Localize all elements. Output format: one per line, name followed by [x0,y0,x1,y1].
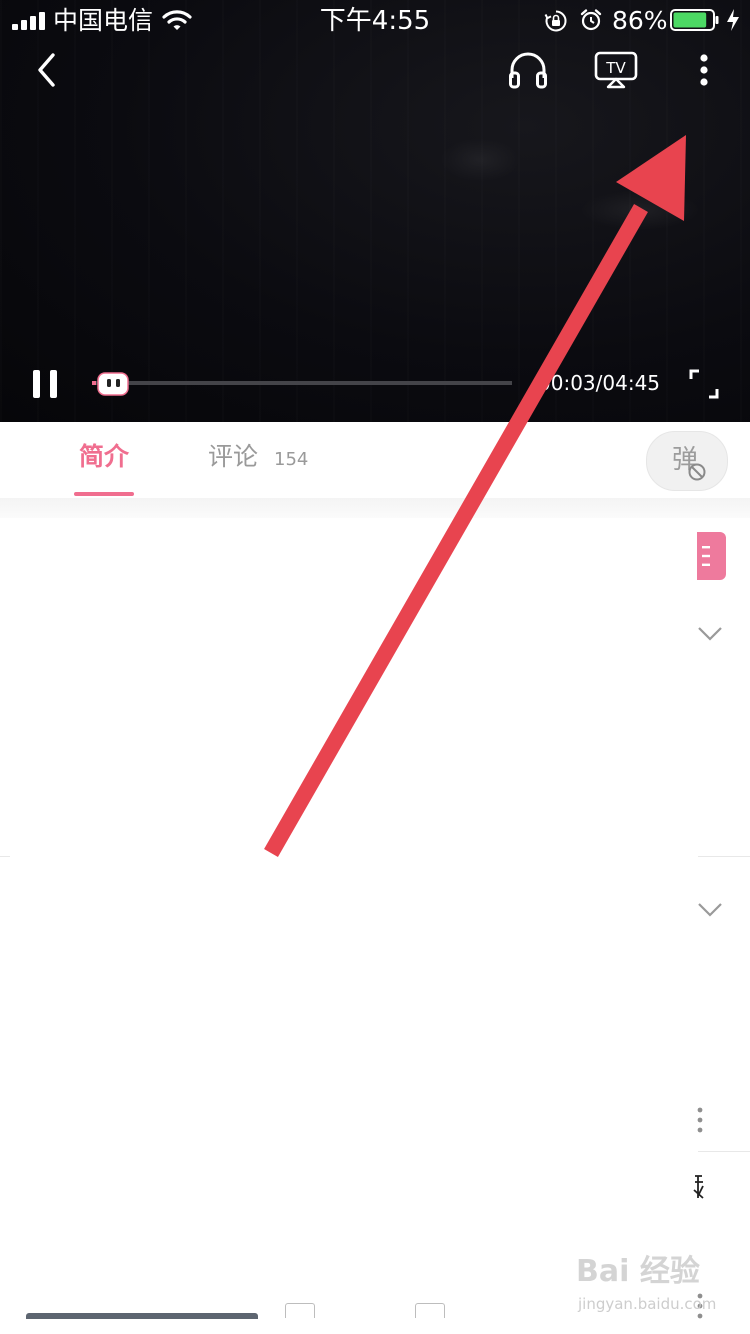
headphone-icon[interactable] [507,48,549,90]
danmaku-off-icon [688,463,706,481]
tab-bar-shadow [0,498,750,518]
divider [698,1151,750,1152]
carrier-name: 中国电信 [53,6,154,35]
video-player[interactable]: 中国电信 下午4:55 86% TV 00:03/04:45 [0,0,750,422]
truncated-text-glyph [693,1175,704,1199]
chevron-down-icon[interactable] [696,900,724,920]
chevron-down-icon[interactable] [696,624,724,644]
danmaku-toggle-button[interactable]: 弹 [646,431,728,491]
rotation-lock-icon [544,10,567,32]
thumbnail-icon [415,1303,445,1318]
follow-button-edge[interactable] [697,532,726,580]
more-vertical-icon[interactable] [694,1106,706,1134]
comments-count: 154 [274,449,309,470]
status-time: 下午4:55 [319,6,431,36]
status-bar: 中国电信 下午4:55 86% [0,0,750,40]
tab-active-indicator [74,492,134,496]
pause-icon[interactable] [30,366,62,402]
divider [698,856,750,857]
follow-button-glyph [702,546,710,566]
time-readout: 00:03/04:45 [538,371,661,395]
fullscreen-icon[interactable] [688,368,720,400]
divider [0,856,10,857]
tab-comments[interactable]: 评论 [208,439,258,475]
more-icon[interactable] [690,50,718,90]
baidu-jingyan-watermark: Bai 经验 jingyan.baidu.com [560,1250,740,1320]
battery-percent: 86% [612,6,668,35]
tv-label: TV [605,59,626,77]
watermark-logo: Bai 经验 [576,1254,700,1289]
battery-icon [670,9,719,31]
progress-thumb-icon[interactable] [96,370,132,398]
back-icon[interactable] [30,50,64,90]
wifi-icon [162,10,192,30]
video-thumbnail-edge[interactable] [26,1313,258,1319]
alarm-icon [580,9,602,31]
tab-bar: 简介 评论 154 弹 [0,422,750,498]
signal-icon [12,12,45,30]
watermark-url: jingyan.baidu.com [578,1295,717,1313]
charging-icon [727,9,739,31]
progress-bar[interactable] [92,381,512,385]
tab-intro[interactable]: 简介 [74,439,134,475]
content-panel [10,518,698,1334]
tv-cast-icon[interactable]: TV [594,51,638,89]
thumbnail-icon [285,1303,315,1318]
